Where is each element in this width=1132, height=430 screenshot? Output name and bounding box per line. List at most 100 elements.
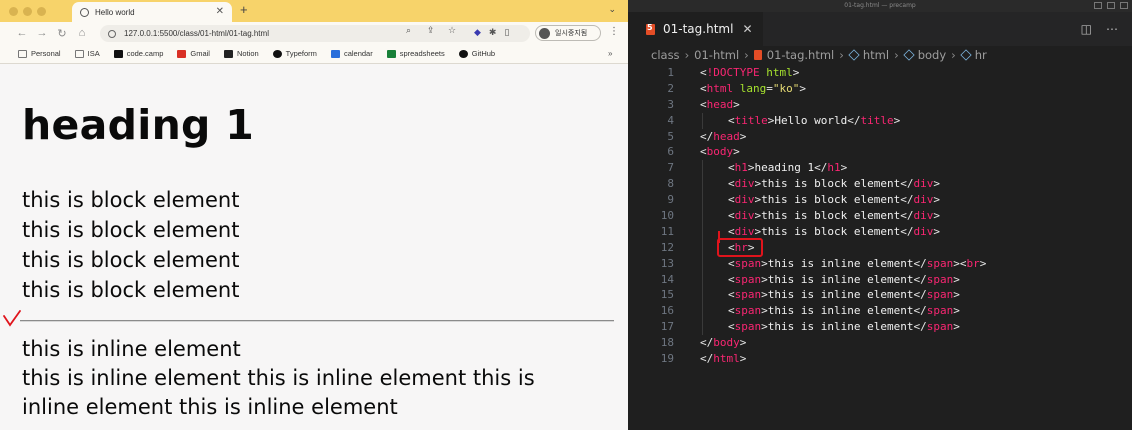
code-line[interactable]: 12 <hr> <box>628 240 1132 256</box>
code-token: span <box>734 256 762 270</box>
code-line[interactable]: 1 <!DOCTYPE html> <box>628 65 1132 81</box>
code-token: </ <box>900 224 914 238</box>
extension-icon[interactable]: ◆ <box>474 27 481 38</box>
breadcrumb-item[interactable]: 01-html <box>694 48 739 62</box>
code-line[interactable]: 5 </head> <box>628 129 1132 145</box>
reload-icon[interactable]: ↻ <box>52 27 72 40</box>
bookmarks-overflow-button[interactable]: » <box>608 49 612 58</box>
breadcrumb-item[interactable]: hr <box>975 48 987 62</box>
layout-icon[interactable] <box>1094 2 1102 9</box>
window-close-dot[interactable] <box>9 7 18 16</box>
code-line[interactable]: 14 <span>this is inline element</span> <box>628 272 1132 288</box>
code-text: <body> <box>700 144 740 160</box>
code-line[interactable]: 16 <span>this is inline element</span> <box>628 303 1132 319</box>
share-icon[interactable]: ⇪ <box>427 25 435 36</box>
code-line[interactable]: 7 <h1>heading 1</h1> <box>628 160 1132 176</box>
bookmark-item[interactable]: spreadsheets <box>386 49 445 58</box>
editor-tab-active[interactable]: 01-tag.html ✕ <box>628 12 763 46</box>
code-token: !DOCTYPE <box>706 65 760 79</box>
block-element: this is block element <box>22 188 240 212</box>
block-element: this is block element <box>22 248 240 272</box>
forward-arrow-icon[interactable]: → <box>32 27 52 39</box>
window-minimize-dot[interactable] <box>23 7 32 16</box>
breadcrumb-item[interactable]: 01-tag.html <box>767 48 835 62</box>
breadcrumb-item[interactable]: html <box>863 48 889 62</box>
code-text: <html lang="ko"> <box>700 81 806 97</box>
code-line[interactable]: 4 <title>Hello world</title> <box>628 113 1132 129</box>
breadcrumb-item[interactable]: body <box>918 48 946 62</box>
code-text: </head> <box>700 129 746 145</box>
new-tab-button[interactable]: + <box>240 2 248 17</box>
bookmark-label: Gmail <box>190 49 210 58</box>
code-line[interactable]: 8 <div>this is block element</div> <box>628 176 1132 192</box>
breadcrumb-item[interactable]: class <box>651 48 680 62</box>
code-line[interactable]: 6 <body> <box>628 144 1132 160</box>
code-token: br <box>966 256 980 270</box>
puzzle-icon[interactable]: ✱ <box>489 27 497 38</box>
close-icon[interactable]: ✕ <box>216 6 224 17</box>
code-line[interactable]: 13 <span>this is inline element</span><br… <box>628 256 1132 272</box>
breadcrumb-separator: › <box>684 48 690 62</box>
code-line[interactable]: 10 <div>this is block element</div> <box>628 208 1132 224</box>
line-number: 19 <box>660 352 674 366</box>
bookmark-item[interactable]: Gmail <box>177 49 210 58</box>
bookmark-item[interactable]: code.camp <box>113 49 163 58</box>
breadcrumb-separator: › <box>744 48 749 62</box>
code-line[interactable]: 11 <div>this is block element</div> <box>628 224 1132 240</box>
code-line[interactable]: 17 <span>this is inline element</span> <box>628 319 1132 335</box>
line-number: 18 <box>660 336 674 350</box>
bookmark-item[interactable]: calendar <box>330 49 373 58</box>
editor-actions: ◫ ⋯ <box>1081 22 1118 36</box>
back-arrow-icon[interactable]: ← <box>12 27 32 39</box>
bookmark-star-icon[interactable]: ☆ <box>448 25 456 36</box>
profile-button[interactable]: 일시중지됨 <box>535 25 601 41</box>
code-token: > <box>933 193 940 207</box>
breadcrumb-separator: › <box>839 48 844 62</box>
more-actions-icon[interactable]: ⋯ <box>1106 22 1118 36</box>
code-token: "ko" <box>772 81 800 95</box>
horizontal-rule <box>20 320 614 322</box>
sidepanel-icon[interactable]: ▯ <box>504 27 509 38</box>
code-line[interactable]: 2 <html lang="ko"> <box>628 81 1132 97</box>
code-token: span <box>734 320 762 334</box>
address-bar[interactable]: 127.0.0.1:5500/class/01-html/01-tag.html <box>100 25 530 42</box>
line-number: 13 <box>660 256 674 270</box>
code-line[interactable]: 18 </body> <box>628 335 1132 351</box>
tab-search-chevron-icon[interactable]: ⌄ <box>608 4 616 15</box>
code-line[interactable]: 9 <div>this is block element</div> <box>628 192 1132 208</box>
code-token: < <box>728 193 735 207</box>
code-line[interactable]: 3 <head> <box>628 97 1132 113</box>
line-number: 16 <box>660 304 674 318</box>
block-element: this is block element <box>22 278 240 302</box>
code-token: > <box>893 113 901 127</box>
code-token: > <box>761 288 768 302</box>
site-info-icon[interactable] <box>108 29 116 38</box>
browser-tab-active[interactable]: Hello world ✕ <box>72 2 232 22</box>
home-icon[interactable]: ⌂ <box>72 27 92 39</box>
code-token: </ <box>900 177 914 191</box>
split-editor-icon[interactable]: ◫ <box>1081 22 1092 36</box>
bookmark-item[interactable]: GitHub <box>458 49 495 58</box>
sheets-icon <box>386 49 396 58</box>
window-zoom-dot[interactable] <box>37 7 46 16</box>
zoom-search-icon[interactable]: ⌕ <box>406 25 411 36</box>
bookmark-item[interactable]: Notion <box>223 49 259 58</box>
editor-title-bar: 01-tag.html — precamp <box>628 0 1132 12</box>
close-icon[interactable]: ✕ <box>742 22 752 36</box>
bookmark-item[interactable]: Personal <box>18 49 61 58</box>
layout-icon[interactable] <box>1120 2 1128 9</box>
code-token: > <box>739 336 747 350</box>
code-line[interactable]: 19 </html> <box>628 351 1132 367</box>
line-number: 7 <box>667 161 674 175</box>
gmail-icon <box>177 49 187 58</box>
code-token: span <box>926 272 954 286</box>
code-token: </ <box>900 209 914 222</box>
menu-kebab-icon[interactable]: ⋮ <box>609 26 619 37</box>
bookmark-item[interactable]: Typeform <box>272 49 317 58</box>
layout-icon[interactable] <box>1107 2 1115 9</box>
code-line[interactable]: 15 <span>this is inline element</span> <box>628 287 1132 303</box>
bookmark-item[interactable]: ISA <box>74 49 100 58</box>
code-area[interactable]: 1 <!DOCTYPE html> 2 <html lang="ko"> 3 <head>… <box>628 65 1132 367</box>
browser-window: Hello world ✕ + ⌄ ← → ↻ ⌂ 127.0.0.1:5500… <box>0 0 628 430</box>
code-token: </ <box>913 256 927 270</box>
